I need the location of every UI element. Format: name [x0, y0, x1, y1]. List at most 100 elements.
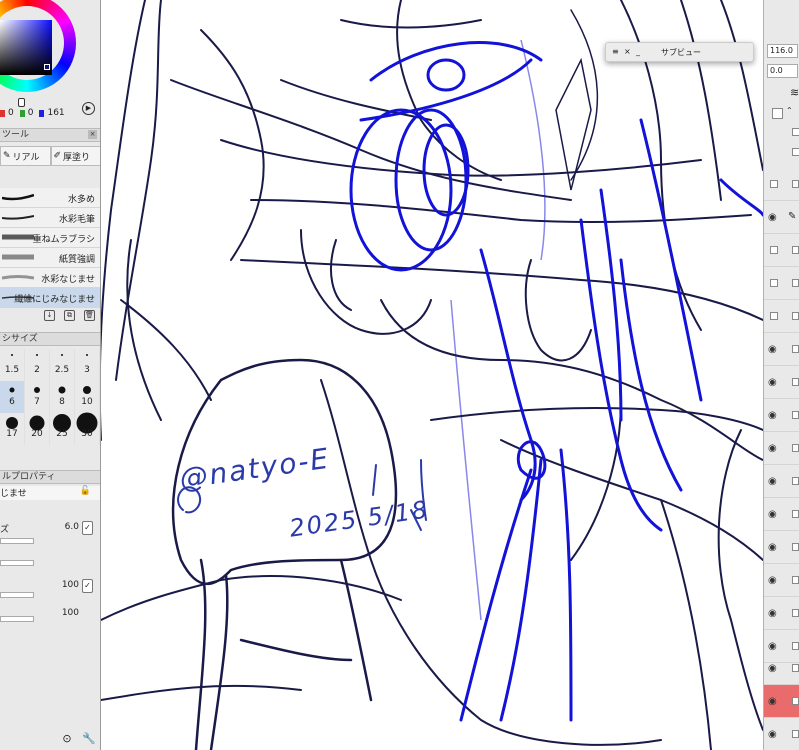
- layer-row[interactable]: [764, 168, 799, 201]
- size-property-value[interactable]: 6.0: [65, 522, 79, 532]
- tool-panel-tab[interactable]: ツール ×: [0, 128, 100, 142]
- zoom-field[interactable]: 116.0: [767, 44, 798, 58]
- size-slider[interactable]: [0, 538, 34, 544]
- minimize-icon[interactable]: _: [636, 47, 640, 56]
- layer-row[interactable]: ◉: [764, 531, 799, 564]
- layer-row[interactable]: ◉: [764, 333, 799, 366]
- layer-row[interactable]: ◉: [764, 498, 799, 531]
- checkbox[interactable]: [792, 148, 799, 156]
- size-dot-cell[interactable]: [75, 412, 100, 434]
- layers-icon[interactable]: ≋: [790, 86, 799, 99]
- size-label[interactable]: 20: [25, 429, 50, 445]
- size-dot-cell[interactable]: [50, 381, 75, 397]
- brush-item[interactable]: 水彩なじませ: [0, 268, 100, 288]
- property-value-2[interactable]: 100: [62, 580, 79, 590]
- layer-row[interactable]: ◉: [764, 465, 799, 498]
- brush-item[interactable]: 水彩毛筆: [0, 208, 100, 228]
- close-icon[interactable]: ×: [88, 130, 97, 139]
- settings-circle-icon[interactable]: ⊙: [60, 732, 74, 746]
- brush-item[interactable]: 紙質強調: [0, 248, 100, 268]
- size-dot-cell[interactable]: [0, 381, 25, 397]
- layer-row[interactable]: ◉: [764, 564, 799, 597]
- layer-row-selected[interactable]: ◉: [764, 685, 799, 718]
- eye-icon[interactable]: ◉: [768, 344, 777, 355]
- eye-icon[interactable]: ◉: [768, 641, 777, 652]
- size-dot-cell[interactable]: [75, 349, 100, 365]
- brush-size-tab[interactable]: シサイズ: [0, 332, 100, 346]
- size-label[interactable]: 17: [0, 429, 25, 445]
- size-dot-cell[interactable]: [0, 349, 25, 365]
- brush-item[interactable]: 重ねムラブラシ: [0, 228, 100, 248]
- size-label[interactable]: 1.5: [0, 365, 25, 381]
- eye-icon[interactable]: ◉: [768, 443, 777, 454]
- tool-property-tab[interactable]: ルプロパティ: [0, 470, 100, 484]
- eye-icon[interactable]: ◉: [768, 212, 777, 223]
- sub-view-window[interactable]: ≡ × _ サブビュー: [605, 42, 754, 62]
- trash-icon[interactable]: 🗑: [84, 309, 95, 321]
- size-dot-cell[interactable]: [25, 349, 50, 365]
- size-dot-cell[interactable]: [75, 381, 100, 397]
- layer-row[interactable]: ◉: [764, 366, 799, 399]
- tool-real-pencil[interactable]: ✎ リアル: [0, 146, 51, 166]
- layer-row[interactable]: [764, 267, 799, 300]
- size-dot-cell[interactable]: [25, 381, 50, 397]
- slider-2[interactable]: [0, 560, 34, 566]
- layer-row[interactable]: [764, 300, 799, 333]
- lock-icon[interactable]: 🔓: [80, 486, 91, 496]
- play-icon[interactable]: ▶: [82, 102, 95, 115]
- size-label[interactable]: 2.5: [50, 365, 75, 381]
- size-dot-cell[interactable]: [0, 413, 25, 429]
- eye-icon[interactable]: ◉: [768, 410, 777, 421]
- layer-row[interactable]: ◉ ✎: [764, 201, 799, 234]
- size-label[interactable]: 3: [75, 365, 100, 381]
- stepper-icon[interactable]: ⌃: [786, 106, 793, 115]
- eye-icon[interactable]: ◉: [768, 663, 777, 674]
- slider-4[interactable]: [0, 616, 34, 622]
- property-value-3[interactable]: 100: [62, 608, 79, 618]
- saturation-value-picker[interactable]: [0, 20, 52, 75]
- layer-row[interactable]: ◉: [764, 597, 799, 630]
- eye-icon[interactable]: ◉: [768, 696, 777, 707]
- brush-item[interactable]: 水多め: [0, 188, 100, 208]
- size-label[interactable]: 25: [50, 429, 75, 445]
- duplicate-icon[interactable]: ⧉: [64, 309, 75, 321]
- dynamics-toggle-2[interactable]: ✓: [82, 579, 93, 593]
- size-dot-cell[interactable]: [25, 413, 50, 431]
- eye-icon[interactable]: ◉: [768, 608, 777, 619]
- red-swatch: [0, 109, 5, 117]
- layer-row[interactable]: ◉: [764, 432, 799, 465]
- color-picker-marker[interactable]: [44, 64, 50, 70]
- hue-marker[interactable]: [18, 98, 25, 107]
- layer-row[interactable]: [764, 234, 799, 267]
- eye-icon[interactable]: ◉: [768, 377, 777, 388]
- angle-field[interactable]: 0.0: [767, 64, 798, 78]
- checkbox[interactable]: [792, 128, 799, 136]
- size-label[interactable]: 10: [75, 397, 100, 413]
- menu-icon[interactable]: ≡: [612, 47, 619, 56]
- size-label[interactable]: 2: [25, 365, 50, 381]
- eye-icon[interactable]: ◉: [768, 542, 777, 553]
- size-dot-cell[interactable]: [50, 413, 75, 432]
- tool-thick-paint[interactable]: ✐ 厚塗り: [50, 146, 100, 166]
- brush-item-selected[interactable]: 繊維にじみなじませ: [0, 288, 100, 308]
- slider-3[interactable]: [0, 592, 34, 598]
- drawing-canvas[interactable]: @natyo-E 2025 5/18: [101, 0, 763, 750]
- close-icon[interactable]: ×: [624, 47, 631, 56]
- eye-icon[interactable]: ◉: [768, 729, 777, 740]
- layer-row[interactable]: ◉: [764, 718, 799, 750]
- size-dot-cell[interactable]: [50, 349, 75, 365]
- size-label-selected[interactable]: 6: [0, 397, 25, 413]
- eye-icon[interactable]: ◉: [768, 476, 777, 487]
- layer-row[interactable]: ◉: [764, 652, 799, 685]
- size-label[interactable]: 30: [75, 429, 100, 445]
- wrench-icon[interactable]: 🔧: [82, 732, 96, 746]
- size-label[interactable]: 8: [50, 397, 75, 413]
- size-dynamics-toggle[interactable]: ✓: [82, 521, 93, 535]
- layer-color-box[interactable]: [772, 108, 783, 119]
- size-label[interactable]: 7: [25, 397, 50, 413]
- layer-row[interactable]: ◉: [764, 399, 799, 432]
- download-icon[interactable]: ↓: [44, 309, 55, 321]
- brush-label: 水彩毛筆: [58, 215, 95, 225]
- eye-icon[interactable]: ◉: [768, 509, 777, 520]
- eye-icon[interactable]: ◉: [768, 575, 777, 586]
